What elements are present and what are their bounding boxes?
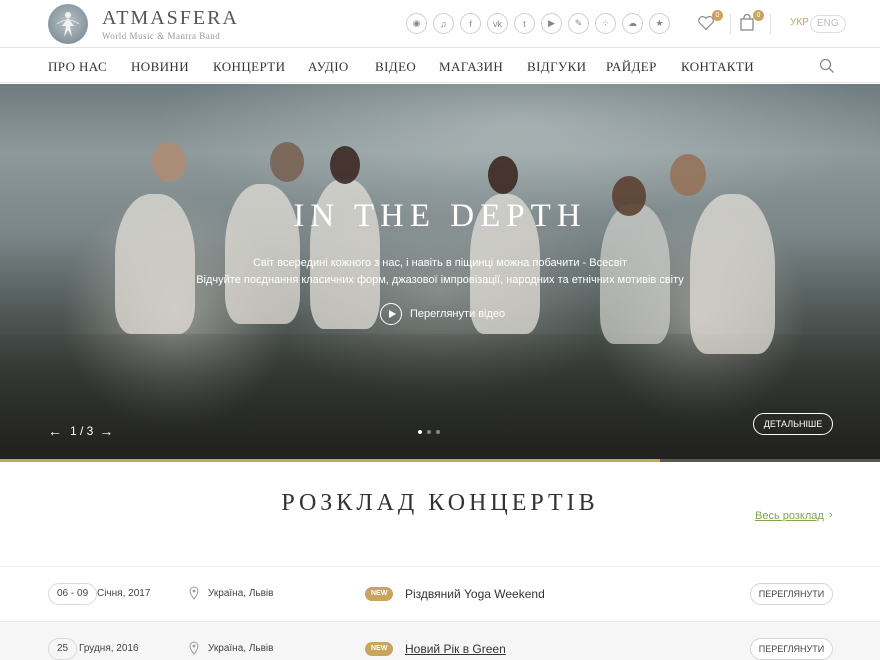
watch-video-button[interactable]: Переглянути відео <box>380 303 505 325</box>
brand-title: ATMASFERA <box>102 7 239 29</box>
facebook-icon[interactable]: f <box>460 13 481 34</box>
concert-title[interactable]: Різдвяний Yoga Weekend <box>405 587 545 601</box>
arrow-left-icon[interactable]: ← <box>48 423 62 439</box>
soundcloud-icon[interactable]: ☁ <box>622 13 643 34</box>
concert-location: Україна, Львів <box>208 643 274 654</box>
concert-date: 25 <box>48 638 78 660</box>
social-links: ◉ ♫ f vk t ▶ ✎ ⁘ ☁ ★ <box>406 13 670 34</box>
new-badge: NEW <box>365 642 394 656</box>
view-concert-button[interactable]: ПЕРЕГЛЯНУТИ <box>750 638 833 660</box>
slider-dot[interactable] <box>427 430 431 434</box>
divider <box>730 13 731 35</box>
youtube-icon[interactable]: ▶ <box>541 13 562 34</box>
community-icon[interactable]: ⁘ <box>595 13 616 34</box>
arrow-right-icon[interactable]: → <box>99 423 113 439</box>
nav-contacts[interactable]: КОНТАКТИ <box>681 59 754 75</box>
slide-progress-bar <box>0 459 880 462</box>
brand-subtitle: World Music & Mantra Band <box>102 31 221 41</box>
new-badge: NEW <box>365 587 394 601</box>
slider-dot[interactable] <box>418 430 422 434</box>
concert-date: 06 - 09 <box>48 583 98 605</box>
wishlist-count: 0 <box>712 10 723 21</box>
concert-row: 06 - 09 Січня, 2017 Україна, Львів NEW Р… <box>0 566 880 621</box>
watch-video-label: Переглянути відео <box>410 308 506 320</box>
band-member-head <box>152 142 186 182</box>
hero-subtitle-line-1: Світ всередині кожного з нас, і навіть в… <box>252 257 628 269</box>
nav-shop[interactable]: МАГАЗИН <box>439 59 503 75</box>
concert-title[interactable]: Новий Рік в Green <box>405 642 506 656</box>
language-eng[interactable]: ENG <box>810 15 846 33</box>
band-member-head <box>670 154 706 196</box>
slide-counter: 1 / 3 <box>70 424 94 438</box>
nav-news[interactable]: НОВИНИ <box>131 59 189 75</box>
play-icon <box>380 303 402 325</box>
logo-emblem-icon <box>48 4 88 44</box>
cart-count: 0 <box>753 10 764 21</box>
wishlist-button[interactable]: 0 <box>697 10 723 34</box>
concert-month: Січня, 2017 <box>97 588 151 599</box>
logo[interactable]: ATMASFERA World Music & Mantra Band <box>48 4 239 44</box>
band-member-head <box>488 156 518 194</box>
hero-slider: IN THE DEPTH Світ всередині кожного з на… <box>0 84 880 462</box>
twitter-icon[interactable]: t <box>514 13 535 34</box>
location-pin-icon <box>189 586 199 600</box>
hero-subtitle-line-2: Відчуйте поєднання класичних форм, джазо… <box>196 274 684 286</box>
chevron-right-icon[interactable]: › <box>829 509 833 521</box>
search-icon <box>819 58 834 73</box>
hero-title: IN THE DEPTH <box>293 198 587 234</box>
nav-video[interactable]: ВІДЕО <box>375 59 416 75</box>
nav-reviews[interactable]: ВІДГУКИ <box>527 59 586 75</box>
divider <box>770 13 771 35</box>
link-icon[interactable]: ✎ <box>568 13 589 34</box>
schedule-title: РОЗКЛАД КОНЦЕРТІВ <box>281 490 599 516</box>
concert-location: Україна, Львів <box>208 588 274 599</box>
view-concert-button[interactable]: ПЕРЕГЛЯНУТИ <box>750 583 833 605</box>
search-button[interactable] <box>819 58 835 74</box>
slide-progress-fill <box>0 459 660 462</box>
vk-icon[interactable]: vk <box>487 13 508 34</box>
band-member-head <box>330 146 360 184</box>
band-member-head <box>270 142 304 182</box>
concert-row: 25 Грудня, 2016 Україна, Львів NEW Новий… <box>0 621 880 660</box>
slider-dots <box>418 430 440 434</box>
main-nav: ПРО НАС НОВИНИ КОНЦЕРТИ АУДІО ВІДЕО МАГА… <box>0 49 880 83</box>
full-schedule-link[interactable]: Весь розклад <box>755 510 824 522</box>
location-pin-icon <box>189 641 199 655</box>
concert-month: Грудня, 2016 <box>79 643 139 654</box>
details-button[interactable]: ДЕТАЛЬНІШЕ <box>753 413 833 435</box>
nav-rider[interactable]: РАЙДЕР <box>606 59 657 75</box>
nav-audio[interactable]: АУДІО <box>308 59 349 75</box>
slider-dot[interactable] <box>436 430 440 434</box>
music-platform-icon[interactable]: ◉ <box>406 13 427 34</box>
cart-button[interactable]: 0 <box>738 10 764 34</box>
nav-about[interactable]: ПРО НАС <box>48 59 107 75</box>
header-bar: ATMASFERA World Music & Mantra Band ◉ ♫ f v… <box>0 0 880 48</box>
music-note-icon[interactable]: ♫ <box>433 13 454 34</box>
slider-controls: ← 1 / 3 → <box>48 423 113 439</box>
star-icon[interactable]: ★ <box>649 13 670 34</box>
nav-concerts[interactable]: КОНЦЕРТИ <box>213 59 285 75</box>
